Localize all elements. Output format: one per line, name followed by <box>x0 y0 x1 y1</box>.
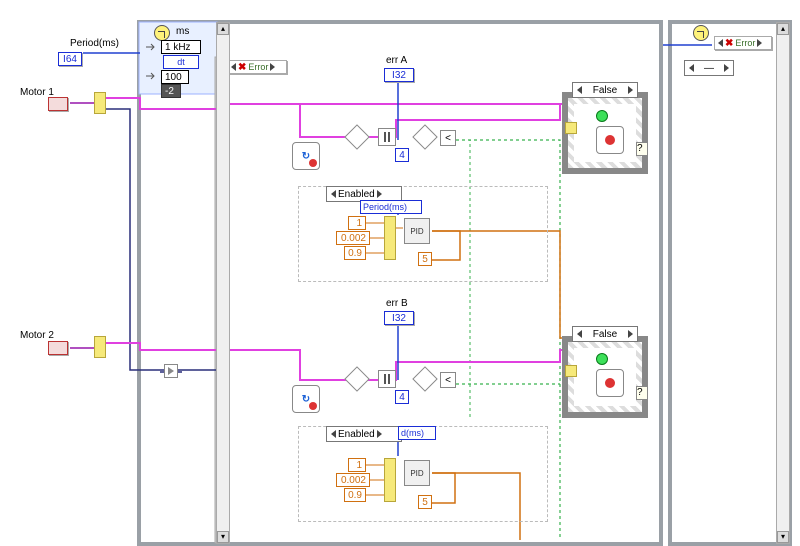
right-empty-prev-icon[interactable] <box>689 64 694 72</box>
reinit-node-a[interactable]: ↻ <box>292 142 320 170</box>
right-clock-icon <box>693 25 709 41</box>
pid-node-a[interactable]: PID <box>404 218 430 244</box>
case-b-tunnel <box>565 365 577 377</box>
motor1-unbundle[interactable] <box>94 92 106 114</box>
loop-header-arrow-icon-2 <box>144 70 156 82</box>
period-dtype-terminal[interactable]: I64 <box>58 52 82 66</box>
lessthan-node-a[interactable]: < <box>440 130 456 146</box>
scroll-down-icon[interactable]: ▾ <box>217 531 229 543</box>
compare-const-a[interactable]: 4 <box>395 148 409 162</box>
pid-outlimit-b[interactable]: 5 <box>418 495 432 509</box>
right-empty-selector[interactable]: — <box>684 60 734 76</box>
compare-const-b[interactable]: 4 <box>395 390 409 404</box>
case-a-prev-icon[interactable] <box>577 86 582 94</box>
reinit-node-b[interactable]: ↻ <box>292 385 320 413</box>
loop-count[interactable]: 100 <box>161 70 189 84</box>
right-scroll-up-icon[interactable]: ▴ <box>777 23 789 35</box>
enabled-b-prev-icon[interactable] <box>331 430 336 438</box>
loop-rate[interactable]: 1 kHz <box>161 40 201 54</box>
error-x-icon: ✖ <box>238 62 246 73</box>
case-a-selector[interactable]: False <box>572 82 638 98</box>
right-scroll-down-icon[interactable]: ▾ <box>777 531 789 543</box>
error-case-selector[interactable]: ✖ Error <box>227 60 287 74</box>
motor1-control[interactable] <box>48 97 68 111</box>
motor2-unbundle[interactable] <box>94 336 106 358</box>
case-a-value: False <box>584 85 626 96</box>
case-b-next-icon[interactable] <box>628 330 633 338</box>
case-a-led <box>596 110 608 122</box>
err-a-terminal[interactable]: I32 <box>384 68 414 82</box>
period-ref-b[interactable]: d(ms) <box>398 426 436 440</box>
pid-kp-a[interactable]: 1 <box>348 216 366 230</box>
case-a-tunnel <box>565 122 577 134</box>
right-error-x-icon: ✖ <box>725 38 733 49</box>
pid-bundle-a[interactable] <box>384 216 396 260</box>
pid-kp-b[interactable]: 1 <box>348 458 366 472</box>
scroll-up-icon[interactable]: ▴ <box>217 23 229 35</box>
enabled-selector-b[interactable]: Enabled <box>326 426 402 442</box>
err-a-label: err A <box>386 55 407 66</box>
right-scrollbar[interactable]: ▴ ▾ <box>776 22 790 544</box>
right-error-label: Error <box>735 38 755 48</box>
lessthan-node-b[interactable]: < <box>440 372 456 388</box>
compare-node-a[interactable] <box>416 128 434 146</box>
pid-kd-a[interactable]: 0.9 <box>344 246 366 260</box>
left-scrollbar[interactable]: ▴ ▾ <box>216 22 230 544</box>
case-a-next-icon[interactable] <box>628 86 633 94</box>
loop-clock-icon <box>154 25 170 41</box>
enabled-b-next-icon[interactable] <box>377 430 382 438</box>
case-a-help-icon[interactable]: ? <box>636 142 648 156</box>
pid-bundle-b[interactable] <box>384 458 396 502</box>
case-b-stop-node[interactable] <box>596 369 624 397</box>
loop-neg[interactable]: -2 <box>161 84 181 98</box>
case-b-value: False <box>584 329 626 340</box>
pid-kd-b[interactable]: 0.9 <box>344 488 366 502</box>
pause-node-b[interactable] <box>378 370 396 388</box>
case-b-help-icon[interactable]: ? <box>636 386 648 400</box>
enabled-a-label: Enabled <box>338 189 375 200</box>
err-b-terminal[interactable]: I32 <box>384 311 414 325</box>
right-empty-next-icon[interactable] <box>724 64 729 72</box>
pid-outlimit-a[interactable]: 5 <box>418 252 432 266</box>
period-ref-a[interactable]: Period(ms) <box>360 200 422 214</box>
loop-header-arrow-icon <box>144 41 156 53</box>
subtract-node-a[interactable] <box>348 128 366 146</box>
period-label: Period(ms) <box>70 38 119 49</box>
motor2-control[interactable] <box>48 341 68 355</box>
pause-node-a[interactable] <box>378 128 396 146</box>
enabled-a-prev-icon[interactable] <box>331 190 336 198</box>
right-next-case-icon[interactable] <box>757 39 762 47</box>
case-b-selector[interactable]: False <box>572 326 638 342</box>
enabled-b-label: Enabled <box>338 429 375 440</box>
loop-dt-label: dt <box>163 55 199 69</box>
right-error-selector[interactable]: ✖ Error <box>714 36 772 50</box>
right-prev-case-icon[interactable] <box>718 39 723 47</box>
motor2-label: Motor 2 <box>20 330 54 341</box>
enabled-a-next-icon[interactable] <box>377 190 382 198</box>
subtract-node-b[interactable] <box>348 370 366 388</box>
pid-ki-b[interactable]: 0.002 <box>336 473 370 487</box>
case-a-stop-node[interactable] <box>596 126 624 154</box>
next-case-icon[interactable] <box>270 63 275 71</box>
case-b-led <box>596 353 608 365</box>
prev-case-icon[interactable] <box>231 63 236 71</box>
feedback-node-left <box>164 364 178 378</box>
compare-node-b[interactable] <box>416 370 434 388</box>
pid-node-b[interactable]: PID <box>404 460 430 486</box>
error-case-label: Error <box>248 62 268 72</box>
case-b-prev-icon[interactable] <box>577 330 582 338</box>
pid-ki-a[interactable]: 0.002 <box>336 231 370 245</box>
loop-units: ms <box>176 26 189 37</box>
err-b-label: err B <box>386 298 408 309</box>
